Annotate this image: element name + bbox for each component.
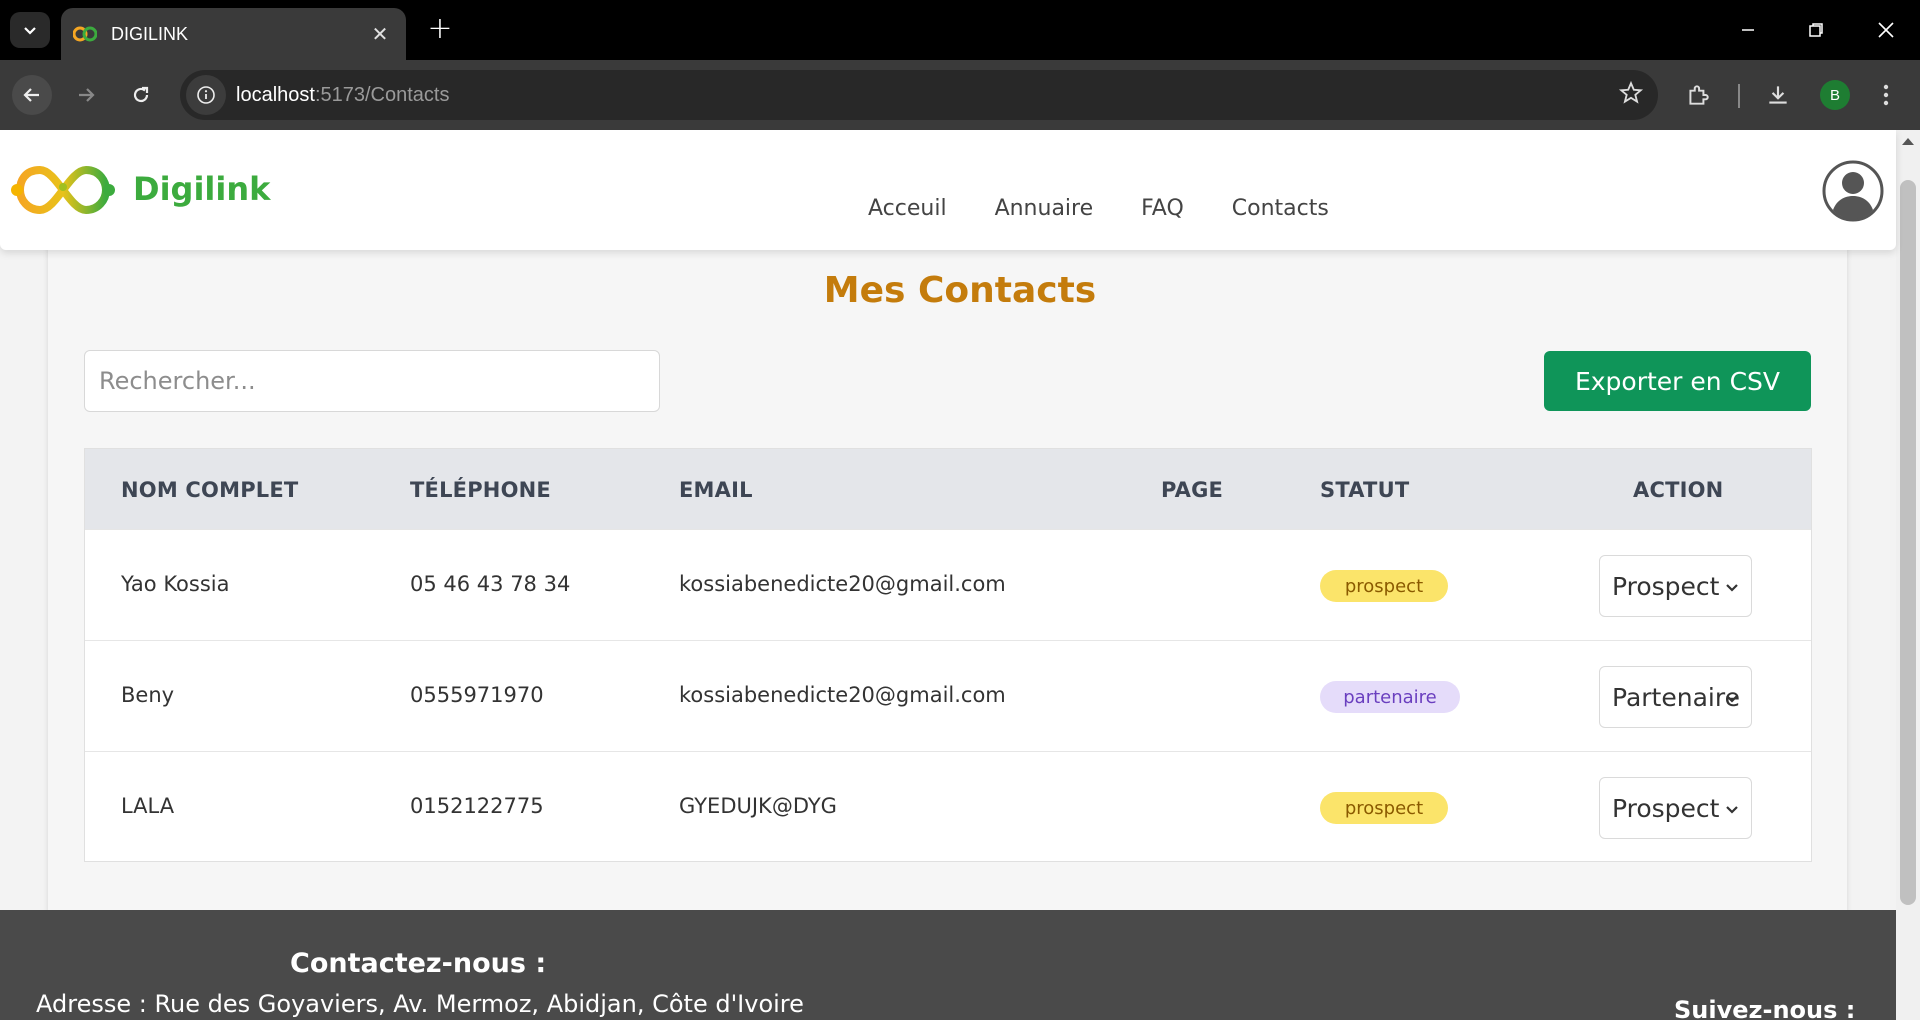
more-vertical-icon bbox=[1883, 84, 1889, 106]
url-path: :5173/Contacts bbox=[314, 83, 450, 106]
table-row: LALA 0152122775 GYEDUJK@DYG prospect Pro… bbox=[85, 751, 1811, 862]
page-viewport: Digilink Acceuil Annuaire FAQ Contacts M… bbox=[0, 130, 1920, 1020]
nav-link-faq[interactable]: FAQ bbox=[1141, 196, 1184, 221]
chevron-down-icon bbox=[1726, 584, 1738, 592]
reload-icon bbox=[133, 86, 149, 103]
info-icon bbox=[197, 86, 215, 104]
status-badge: partenaire bbox=[1320, 681, 1460, 713]
digilink-logo-icon[interactable] bbox=[10, 160, 116, 220]
column-header-email: EMAIL bbox=[679, 478, 753, 502]
extensions-button[interactable] bbox=[1678, 75, 1718, 115]
cell-phone: 0555971970 bbox=[410, 683, 544, 707]
back-button[interactable] bbox=[12, 75, 52, 115]
nav-link-acceuil[interactable]: Acceuil bbox=[868, 196, 947, 221]
table-row: Yao Kossia 05 46 43 78 34 kossiabenedict… bbox=[85, 529, 1811, 640]
minimize-button[interactable] bbox=[1726, 12, 1770, 48]
cell-name: Yao Kossia bbox=[121, 572, 230, 596]
cell-email: GYEDUJK@DYG bbox=[679, 794, 837, 818]
chevron-down-icon bbox=[24, 27, 36, 35]
forward-button[interactable] bbox=[66, 75, 106, 115]
restore-button[interactable] bbox=[1794, 12, 1838, 48]
scroll-up-arrow-icon[interactable] bbox=[1902, 138, 1914, 145]
footer-address: Adresse : Rue des Goyaviers, Av. Mermoz,… bbox=[36, 990, 804, 1018]
browser-toolbar: localhost:5173/Contacts B bbox=[0, 60, 1920, 130]
toolbar-divider bbox=[1738, 84, 1740, 108]
tab-title: DIGILINK bbox=[111, 23, 189, 44]
brand-name[interactable]: Digilink bbox=[133, 170, 270, 208]
restore-icon bbox=[1809, 23, 1823, 37]
url-host: localhost bbox=[236, 83, 315, 106]
star-icon bbox=[1618, 80, 1644, 104]
status-select-value: Prospect bbox=[1612, 571, 1720, 601]
search-input[interactable] bbox=[84, 350, 660, 412]
puzzle-icon bbox=[1689, 85, 1709, 105]
footer-contact-title: Contactez-nous : bbox=[290, 948, 547, 979]
reload-button[interactable] bbox=[121, 75, 161, 115]
status-badge: prospect bbox=[1320, 570, 1448, 602]
bookmark-star-button[interactable] bbox=[1618, 80, 1644, 110]
column-header-phone: TÉLÉPHONE bbox=[410, 478, 551, 502]
browser-menu-button[interactable] bbox=[1866, 75, 1906, 115]
column-header-name: NOM COMPLET bbox=[121, 478, 299, 502]
status-badge: prospect bbox=[1320, 792, 1448, 824]
column-header-action: ACTION bbox=[1633, 478, 1724, 502]
arrow-right-icon bbox=[79, 88, 95, 102]
profile-avatar[interactable]: B bbox=[1820, 80, 1850, 110]
page-scrollbar[interactable] bbox=[1896, 130, 1920, 1020]
tab-search-button[interactable] bbox=[10, 12, 50, 48]
chevron-down-icon bbox=[1726, 806, 1738, 814]
browser-tab-bar: DIGILINK ✕ + bbox=[0, 0, 1920, 60]
page-title: Mes Contacts bbox=[823, 270, 1097, 311]
minimize-icon bbox=[1742, 29, 1754, 31]
contacts-table: NOM COMPLET TÉLÉPHONE EMAIL PAGE STATUT … bbox=[84, 448, 1812, 862]
nav-link-annuaire[interactable]: Annuaire bbox=[995, 196, 1094, 221]
export-csv-button[interactable]: Exporter en CSV bbox=[1544, 351, 1811, 411]
close-window-button[interactable] bbox=[1864, 12, 1908, 48]
table-row: Beny 0555971970 kossiabenedicte20@gmail.… bbox=[85, 640, 1811, 751]
cell-name: LALA bbox=[121, 794, 175, 818]
url-text: localhost:5173/Contacts bbox=[236, 84, 449, 107]
new-tab-button[interactable]: + bbox=[424, 14, 456, 46]
site-info-button[interactable] bbox=[186, 75, 226, 115]
downloads-button[interactable] bbox=[1758, 75, 1798, 115]
cell-phone: 05 46 43 78 34 bbox=[410, 572, 571, 596]
chevron-down-icon bbox=[1726, 695, 1738, 703]
cell-email: kossiabenedicte20@gmail.com bbox=[679, 572, 1006, 596]
cell-email: kossiabenedicte20@gmail.com bbox=[679, 683, 1006, 707]
table-header-row: NOM COMPLET TÉLÉPHONE EMAIL PAGE STATUT … bbox=[85, 449, 1811, 529]
column-header-page: PAGE bbox=[1161, 478, 1224, 502]
site-header: Digilink Acceuil Annuaire FAQ Contacts bbox=[0, 130, 1896, 250]
cell-name: Beny bbox=[121, 683, 175, 707]
digilink-favicon-icon bbox=[73, 26, 97, 42]
browser-tab[interactable]: DIGILINK ✕ bbox=[61, 8, 406, 60]
user-account-icon[interactable] bbox=[1822, 160, 1884, 222]
status-select[interactable]: Partenaire bbox=[1599, 666, 1752, 728]
status-select-value: Prospect bbox=[1612, 793, 1720, 823]
status-select[interactable]: Prospect bbox=[1599, 777, 1752, 839]
footer-follow-title: Suivez-nous : bbox=[1674, 996, 1856, 1020]
site-footer: Contactez-nous : Adresse : Rue des Goyav… bbox=[0, 910, 1896, 1020]
arrow-left-icon bbox=[23, 88, 39, 102]
cell-phone: 0152122775 bbox=[410, 794, 544, 818]
download-icon bbox=[1769, 86, 1787, 104]
nav-link-contacts[interactable]: Contacts bbox=[1232, 196, 1329, 221]
status-select-value: Partenaire bbox=[1612, 682, 1740, 712]
tab-close-icon[interactable]: ✕ bbox=[368, 22, 392, 46]
column-header-status: STATUT bbox=[1320, 478, 1410, 502]
main-nav: Acceuil Annuaire FAQ Contacts bbox=[868, 196, 1329, 221]
close-icon bbox=[1878, 22, 1894, 38]
status-select[interactable]: Prospect bbox=[1599, 555, 1752, 617]
address-bar[interactable]: localhost:5173/Contacts bbox=[180, 70, 1658, 120]
